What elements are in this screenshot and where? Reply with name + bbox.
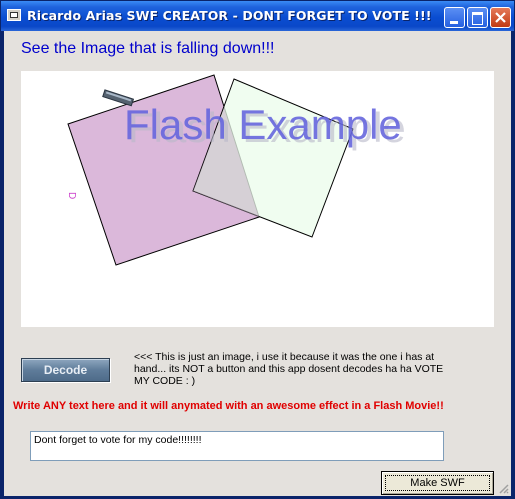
instruction-text: Write ANY text here and it will anymated… bbox=[13, 400, 444, 412]
window-title: Ricardo Arias SWF CREATOR - DONT FORGET … bbox=[27, 8, 432, 23]
make-swf-button[interactable]: Make SWF bbox=[381, 471, 494, 495]
client-area: See the Image that is falling down!!! Fl… bbox=[4, 31, 511, 496]
page-headline: See the Image that is falling down!!! bbox=[21, 40, 275, 57]
minimize-button[interactable] bbox=[444, 7, 465, 28]
close-icon bbox=[495, 12, 506, 23]
flash-preview-graphic: Flash Example Flash Example D bbox=[66, 74, 406, 266]
flash-preview-canvas: Flash Example Flash Example D bbox=[21, 71, 494, 327]
decode-image-button: Decode bbox=[21, 358, 110, 382]
flash-example-text: Flash Example bbox=[124, 101, 402, 148]
decode-note: <<< This is just an image, i use it beca… bbox=[134, 351, 444, 387]
title-bar[interactable]: Ricardo Arias SWF CREATOR - DONT FORGET … bbox=[1, 1, 514, 31]
small-letter-mark: D bbox=[66, 192, 77, 199]
resize-grip-icon[interactable] bbox=[497, 482, 509, 494]
close-button[interactable] bbox=[490, 7, 511, 28]
app-window-icon[interactable] bbox=[7, 9, 21, 21]
animated-text-input[interactable]: Dont forget to vote for my code!!!!!!!! bbox=[30, 431, 444, 461]
app-window: Ricardo Arias SWF CREATOR - DONT FORGET … bbox=[0, 0, 515, 499]
maximize-button[interactable] bbox=[467, 7, 488, 28]
